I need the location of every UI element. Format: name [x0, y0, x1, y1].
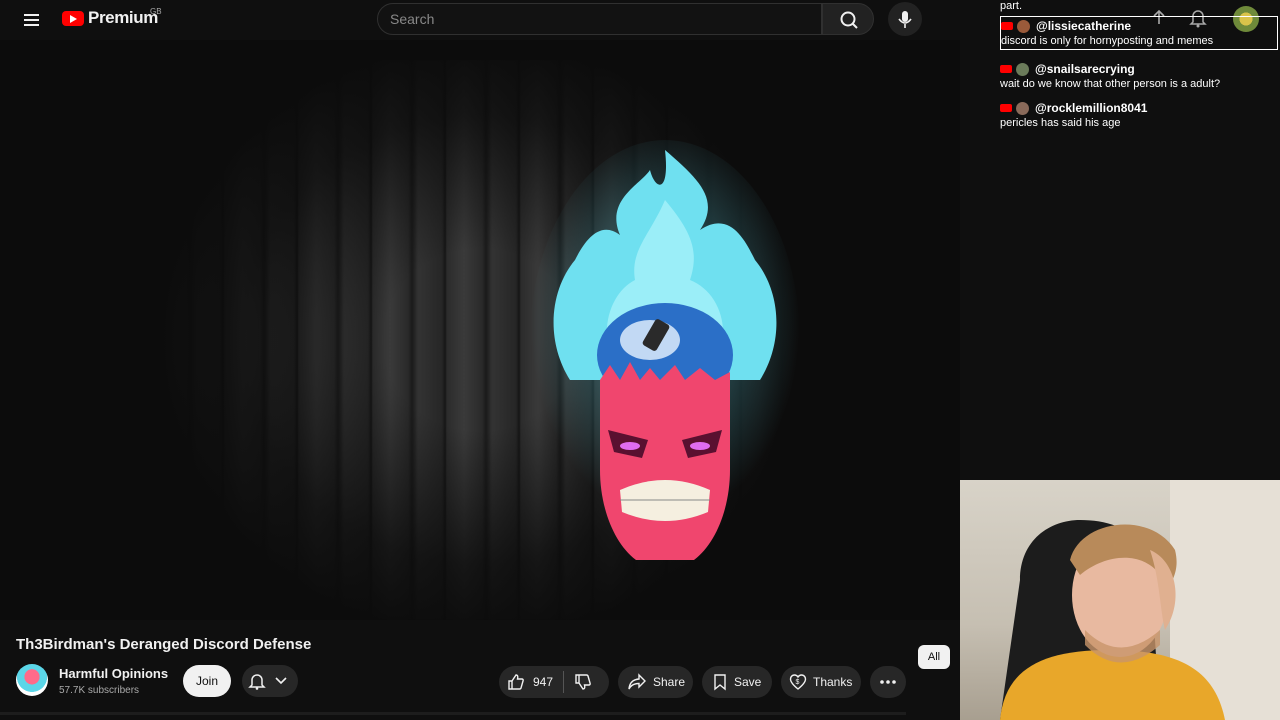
like-count[interactable]: 947	[533, 675, 553, 689]
share-icon	[628, 673, 646, 690]
chat-avatar	[1016, 62, 1029, 76]
live-chat-overlay: part. @lissiecatherine discord is only f…	[998, 0, 1280, 140]
chat-author-name: @rocklemillion8041	[1035, 101, 1148, 115]
chat-author-row: @snailsarecrying	[1000, 62, 1278, 76]
chat-avatar	[1017, 19, 1030, 33]
chat-author-name: @snailsarecrying	[1035, 62, 1135, 76]
chat-author-row: @lissiecatherine	[1001, 19, 1275, 33]
voice-search-button[interactable]	[888, 2, 922, 36]
filter-chip-all[interactable]: All	[918, 645, 950, 669]
hamburger-menu-icon[interactable]	[20, 8, 44, 32]
youtube-badge-icon	[1000, 104, 1012, 112]
more-horizontal-icon	[880, 680, 896, 684]
search-button[interactable]	[822, 3, 874, 35]
chat-message-text: discord is only for hornyposting and mem…	[1001, 35, 1214, 47]
microphone-icon	[898, 11, 912, 28]
share-label: Share	[653, 675, 686, 689]
like-dislike-group: 947	[499, 666, 609, 698]
chat-message: @lissiecatherine discord is only for hor…	[1000, 16, 1278, 50]
region-code: GB	[150, 7, 162, 16]
thanks-button[interactable]: $ Thanks	[781, 666, 861, 698]
description-box-edge	[0, 712, 906, 715]
chat-author-name: @lissiecatherine	[1036, 19, 1132, 33]
bookmark-icon	[714, 674, 726, 691]
super-thanks-icon: $	[789, 674, 807, 690]
subscription-bell-button[interactable]	[242, 665, 298, 697]
youtube-badge-icon	[1000, 65, 1012, 73]
svg-text:$: $	[796, 679, 800, 686]
youtube-watch-page: Premium GB Search part. @lissiecatherine…	[0, 0, 1280, 720]
logo-text: Premium	[88, 8, 158, 27]
streamer-webcam	[960, 480, 1280, 720]
flaming-skull-thumbnail	[530, 140, 800, 560]
bell-icon	[248, 674, 266, 690]
chat-message-text: pericles has said his age	[1000, 117, 1121, 129]
save-label: Save	[734, 675, 762, 689]
chat-author-row: @rocklemillion8041	[1000, 101, 1278, 115]
thumbs-down-icon[interactable]	[574, 673, 592, 691]
join-button[interactable]: Join	[183, 665, 231, 697]
vignette-overlay	[0, 40, 960, 620]
more-actions-button[interactable]	[870, 666, 906, 698]
like-divider	[563, 671, 565, 693]
youtube-badge-icon	[1001, 22, 1013, 30]
subscriber-count: 57.7K subscribers	[59, 685, 140, 696]
youtube-logo[interactable]: Premium GB	[62, 7, 162, 28]
youtube-play-icon	[62, 10, 84, 26]
chevron-down-icon	[275, 677, 287, 685]
search-icon	[840, 11, 858, 29]
webcam-person-figure	[1000, 480, 1280, 720]
channel-name[interactable]: Harmful Opinions	[59, 666, 168, 681]
chat-avatar	[1016, 101, 1029, 115]
search-input[interactable]: Search	[390, 11, 434, 27]
thanks-label: Thanks	[813, 675, 853, 689]
search-box[interactable]: Search	[377, 3, 822, 35]
chat-message-text: wait do we know that other person is a a…	[1000, 78, 1221, 90]
channel-avatar[interactable]	[16, 664, 48, 696]
chat-message: @rocklemillion8041 pericles has said his…	[1000, 101, 1278, 129]
video-title: Th3Birdman's Deranged Discord Defense	[16, 636, 312, 653]
save-button[interactable]: Save	[702, 666, 772, 698]
video-player[interactable]	[0, 40, 960, 620]
chat-message: @snailsarecrying wait do we know that ot…	[1000, 62, 1278, 90]
thumbs-up-icon[interactable]	[507, 673, 525, 691]
share-button[interactable]: Share	[618, 666, 693, 698]
chat-fragment-text: part.	[1000, 0, 1023, 12]
